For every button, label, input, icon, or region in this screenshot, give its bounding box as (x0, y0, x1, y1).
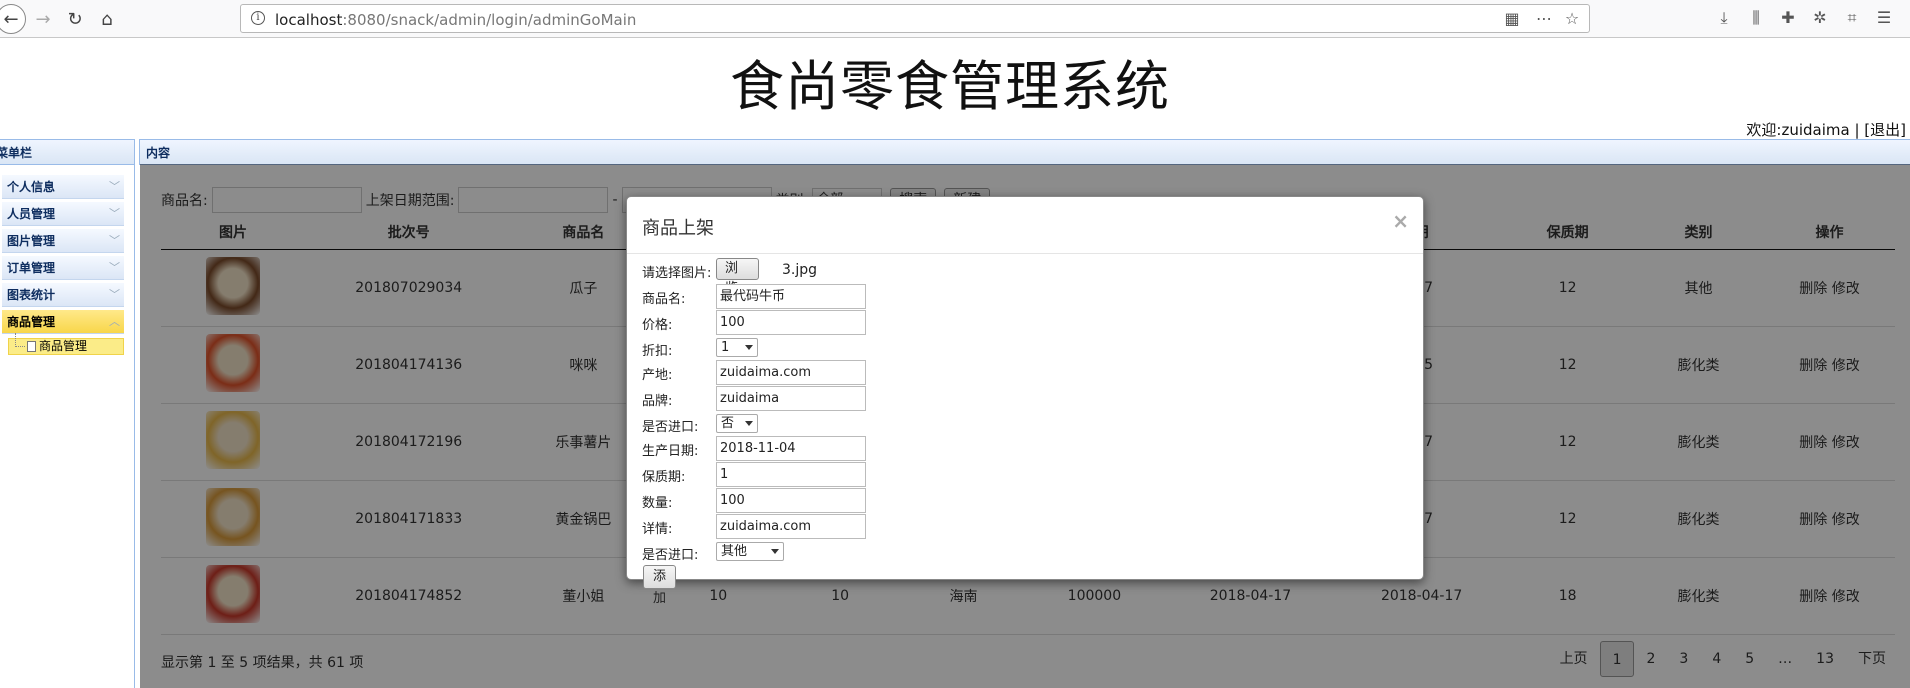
welcome-text[interactable]: 欢迎:zuidaima | [退出] (1746, 119, 1906, 140)
chevron-down-icon: ﹀ (109, 234, 120, 247)
discount-select[interactable]: 1 (716, 338, 758, 357)
dropdown-arrow-icon (771, 549, 779, 554)
add-product-modal: 商品上架 × 请选择图片: 浏览... 3.jpg 商品名: 最代码牛币 价格:… (626, 196, 1424, 606)
category-type-select[interactable]: 其他 (716, 542, 784, 561)
field-label: 详情: (642, 522, 673, 537)
sidebar-item-products[interactable]: 商品管理 ︿ (2, 310, 124, 334)
field-label: 生产日期: (642, 444, 699, 459)
settings-gear-icon[interactable]: ✲ (1810, 8, 1830, 28)
sidebar-item-images[interactable]: 图片管理 ﹀ (2, 229, 124, 253)
chevron-down-icon: ﹀ (109, 180, 120, 193)
browse-button[interactable]: 浏览... (716, 258, 760, 296)
quantity-input[interactable]: 100 (716, 488, 866, 513)
menu-hamburger-icon[interactable]: ☰ (1874, 8, 1894, 28)
page-title: 食尚零食管理系统 (730, 55, 1170, 118)
home-icon[interactable]: ⌂ (94, 6, 120, 32)
forward-icon[interactable]: → (30, 6, 56, 32)
library-icon[interactable]: ⫼ (1746, 8, 1766, 28)
document-icon (27, 341, 36, 352)
chevron-down-icon: ﹀ (109, 288, 120, 301)
field-label: 数量: (642, 496, 673, 511)
chevron-down-icon: ﹀ (109, 207, 120, 220)
extensions-icon[interactable]: ✚ (1778, 8, 1798, 28)
sidebar-item-profile[interactable]: 个人信息 ﹀ (2, 175, 124, 199)
product-name-input[interactable]: 最代码牛币 (716, 284, 866, 309)
bookmark-star-icon[interactable]: ☆ (1563, 10, 1581, 28)
brand-input[interactable]: zuidaima (716, 386, 866, 411)
chevron-down-icon: ﹀ (109, 261, 120, 274)
field-label: 品牌: (642, 394, 673, 409)
sidebar-subitem-products[interactable]: 商品管理 (8, 333, 124, 355)
downloads-icon[interactable]: ⤓ (1714, 8, 1734, 28)
image-label: 请选择图片: (642, 266, 712, 281)
tree-line (15, 333, 25, 347)
sidebar-header: 菜单栏 (0, 139, 134, 165)
url-text: localhost:8080/snack/admin/login/adminGo… (275, 11, 637, 29)
page-actions-icon[interactable]: ⋯ (1535, 10, 1553, 28)
field-label: 价格: (642, 318, 673, 333)
sidebar-item-charts[interactable]: 图表统计 ﹀ (2, 283, 124, 307)
modal-title: 商品上架 (642, 218, 714, 239)
sidebar-item-staff[interactable]: 人员管理 ﹀ (2, 202, 124, 226)
content-header: 内容 (139, 139, 1910, 165)
field-label: 保质期: (642, 470, 686, 485)
add-button[interactable]: 添加 (643, 565, 677, 606)
detail-input[interactable]: zuidaima.com (716, 514, 866, 539)
browser-toolbar: ← → ↻ ⌂ i localhost:8080/snack/admin/log… (0, 0, 1910, 38)
shelf-life-input[interactable]: 1 (716, 462, 866, 487)
address-bar[interactable]: i localhost:8080/snack/admin/login/admin… (240, 4, 1590, 33)
sidebar-item-orders[interactable]: 订单管理 ﹀ (2, 256, 124, 280)
site-info-icon[interactable]: i (251, 11, 265, 25)
reload-icon[interactable]: ↻ (62, 6, 88, 32)
field-label: 是否进口: (642, 420, 699, 435)
file-name: 3.jpg (782, 262, 818, 278)
close-icon[interactable]: × (1392, 209, 1409, 233)
dropdown-arrow-icon (745, 421, 753, 426)
field-label: 是否进口: (642, 548, 699, 563)
price-input[interactable]: 100 (716, 310, 866, 335)
screenshot-icon[interactable]: ⌗ (1842, 8, 1862, 28)
dropdown-arrow-icon (745, 345, 753, 350)
sidebar: 菜单栏 个人信息﹀ 人员管理﹀ 图片管理﹀ 订单管理﹀ 图表统计﹀ 商品管理︿ … (0, 139, 135, 688)
back-icon[interactable]: ← (0, 4, 26, 34)
origin-input[interactable]: zuidaima.com (716, 360, 866, 385)
production-date-input[interactable]: 2018-11-04 (716, 436, 866, 461)
field-label: 折扣: (642, 344, 673, 359)
field-label: 商品名: (642, 292, 686, 307)
chevron-up-icon: ︿ (109, 315, 120, 328)
imported-select[interactable]: 否 (716, 414, 758, 433)
field-label: 产地: (642, 368, 673, 383)
qr-code-icon[interactable]: ▦ (1503, 10, 1521, 28)
